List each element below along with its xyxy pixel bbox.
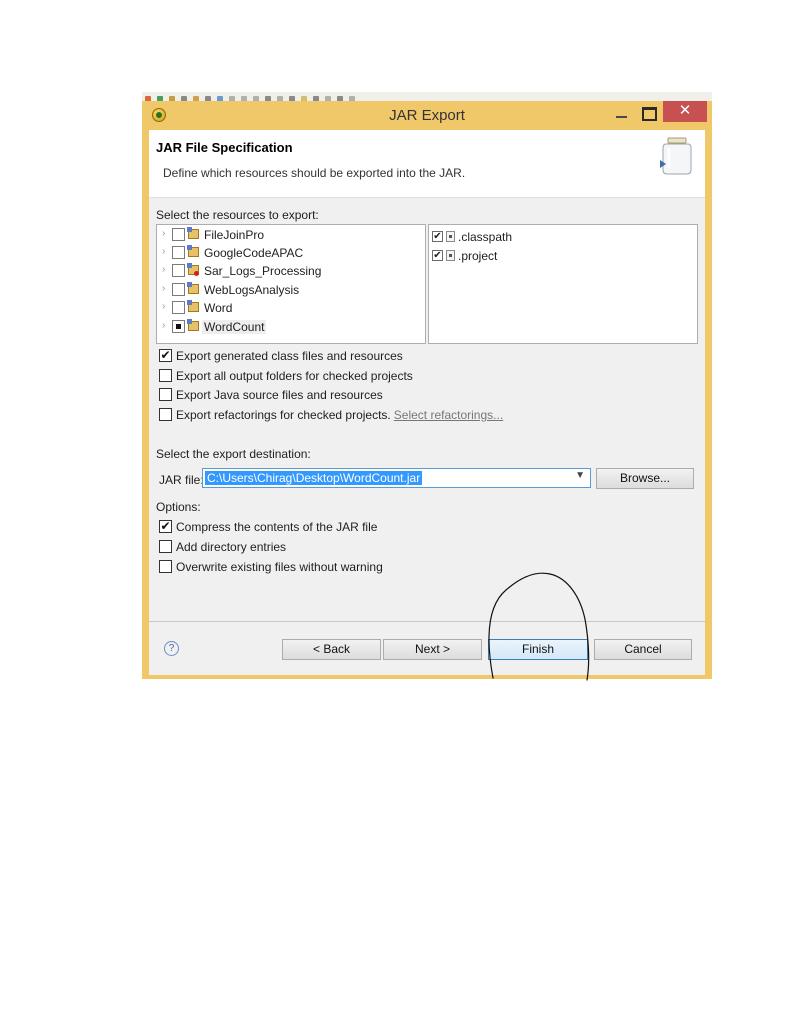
option-label: Overwrite existing files without warning <box>176 560 383 574</box>
java-project-error-icon <box>187 263 199 276</box>
option-text: Export refactorings for checked projects… <box>176 408 391 422</box>
java-project-icon <box>187 227 199 239</box>
tree-item-label: Word <box>204 301 233 315</box>
tree-item-googlecodeapac[interactable]: › GoogleCodeAPAC <box>157 244 423 262</box>
checkbox[interactable] <box>159 408 172 421</box>
back-button[interactable]: < Back <box>282 639 381 660</box>
dialog-content: JAR File Specification Define which reso… <box>149 130 705 675</box>
chevron-right-icon[interactable]: › <box>162 264 165 275</box>
header-banner: JAR File Specification Define which reso… <box>149 130 705 198</box>
resources-label: Select the resources to export: <box>156 208 319 222</box>
project-tree[interactable]: › FileJoinPro › GoogleCodeAPAC › Sar_Log… <box>156 224 426 344</box>
checkbox-checked[interactable]: ✔ <box>159 349 172 362</box>
option-label: Add directory entries <box>176 540 287 554</box>
jar-file-combobox[interactable]: C:\Users\Chirag\Desktop\WordCount.jar ▼ <box>202 468 591 488</box>
option-label: Export generated class files and resourc… <box>176 349 403 363</box>
option-label: Export all output folders for checked pr… <box>176 369 413 383</box>
background-toolbar <box>142 92 712 101</box>
option-label: Compress the contents of the JAR file <box>176 520 378 534</box>
tree-checkbox[interactable] <box>172 246 185 259</box>
checkbox[interactable] <box>159 388 172 401</box>
select-refactorings-link[interactable]: Select refactorings... <box>394 408 503 422</box>
tree-item-label: WordCount <box>202 320 267 334</box>
jar-export-dialog: JAR Export ✕ JAR File Specification Defi… <box>142 101 712 679</box>
tree-item-label: Sar_Logs_Processing <box>204 264 322 278</box>
file-checkbox[interactable]: ✔ <box>432 250 443 261</box>
checkbox[interactable] <box>159 540 172 553</box>
option-label: Export refactorings for checked projects… <box>176 408 503 422</box>
file-list[interactable]: ✔ .classpath ✔ .project <box>428 224 698 344</box>
tree-item-wordcount[interactable]: › WordCount <box>157 318 423 336</box>
java-project-icon <box>187 300 199 312</box>
jar-file-input[interactable]: C:\Users\Chirag\Desktop\WordCount.jar <box>205 471 423 485</box>
jar-icon <box>660 137 692 175</box>
file-icon <box>446 231 455 242</box>
maximize-button[interactable] <box>638 105 660 123</box>
tree-checkbox[interactable] <box>172 264 185 277</box>
page-title: JAR File Specification <box>156 140 293 155</box>
java-project-icon <box>187 319 199 331</box>
chevron-right-icon[interactable]: › <box>162 228 165 239</box>
next-button[interactable]: Next > <box>383 639 482 660</box>
chevron-down-icon[interactable]: ▼ <box>575 470 585 481</box>
jar-file-label: JAR file: <box>159 473 204 487</box>
tree-item-label: GoogleCodeAPAC <box>204 246 304 260</box>
help-icon[interactable]: ? <box>164 641 179 656</box>
file-icon <box>446 250 455 261</box>
finish-button[interactable]: Finish <box>488 639 588 660</box>
footer-divider <box>149 621 705 622</box>
file-item-label: .classpath <box>458 230 513 244</box>
option-label: Export Java source files and resources <box>176 388 383 402</box>
destination-label: Select the export destination: <box>156 447 311 461</box>
checkbox-checked[interactable]: ✔ <box>159 520 172 533</box>
cancel-button[interactable]: Cancel <box>594 639 692 660</box>
close-button[interactable]: ✕ <box>663 101 707 122</box>
java-project-icon <box>187 282 199 294</box>
options-label: Options: <box>156 500 201 514</box>
tree-checkbox[interactable] <box>172 301 185 314</box>
tree-checkbox[interactable] <box>172 228 185 241</box>
file-checkbox[interactable]: ✔ <box>432 231 443 242</box>
tree-item-word[interactable]: › Word <box>157 299 423 317</box>
tree-item-label: WebLogsAnalysis <box>204 283 300 297</box>
tree-checkbox-partial[interactable] <box>172 320 185 333</box>
chevron-right-icon[interactable]: › <box>162 301 165 312</box>
minimize-button[interactable] <box>611 105 633 123</box>
java-project-icon <box>187 245 199 257</box>
tree-checkbox[interactable] <box>172 283 185 296</box>
file-item-label: .project <box>458 249 498 263</box>
tree-item-weblogsanalysis[interactable]: › WebLogsAnalysis <box>157 281 423 299</box>
chevron-right-icon[interactable]: › <box>162 283 165 294</box>
chevron-right-icon[interactable]: › <box>162 246 165 257</box>
tree-item-sar-logs-processing[interactable]: › Sar_Logs_Processing <box>157 262 423 280</box>
tree-item-filejoinpro[interactable]: › FileJoinPro <box>157 226 423 244</box>
page-description: Define which resources should be exporte… <box>163 166 466 180</box>
chevron-right-icon[interactable]: › <box>162 320 165 331</box>
title-bar[interactable]: JAR Export ✕ <box>142 101 712 130</box>
checkbox[interactable] <box>159 560 172 573</box>
tree-item-label: FileJoinPro <box>204 228 265 242</box>
browse-button[interactable]: Browse... <box>596 468 694 489</box>
close-icon: ✕ <box>678 102 692 119</box>
checkbox[interactable] <box>159 369 172 382</box>
